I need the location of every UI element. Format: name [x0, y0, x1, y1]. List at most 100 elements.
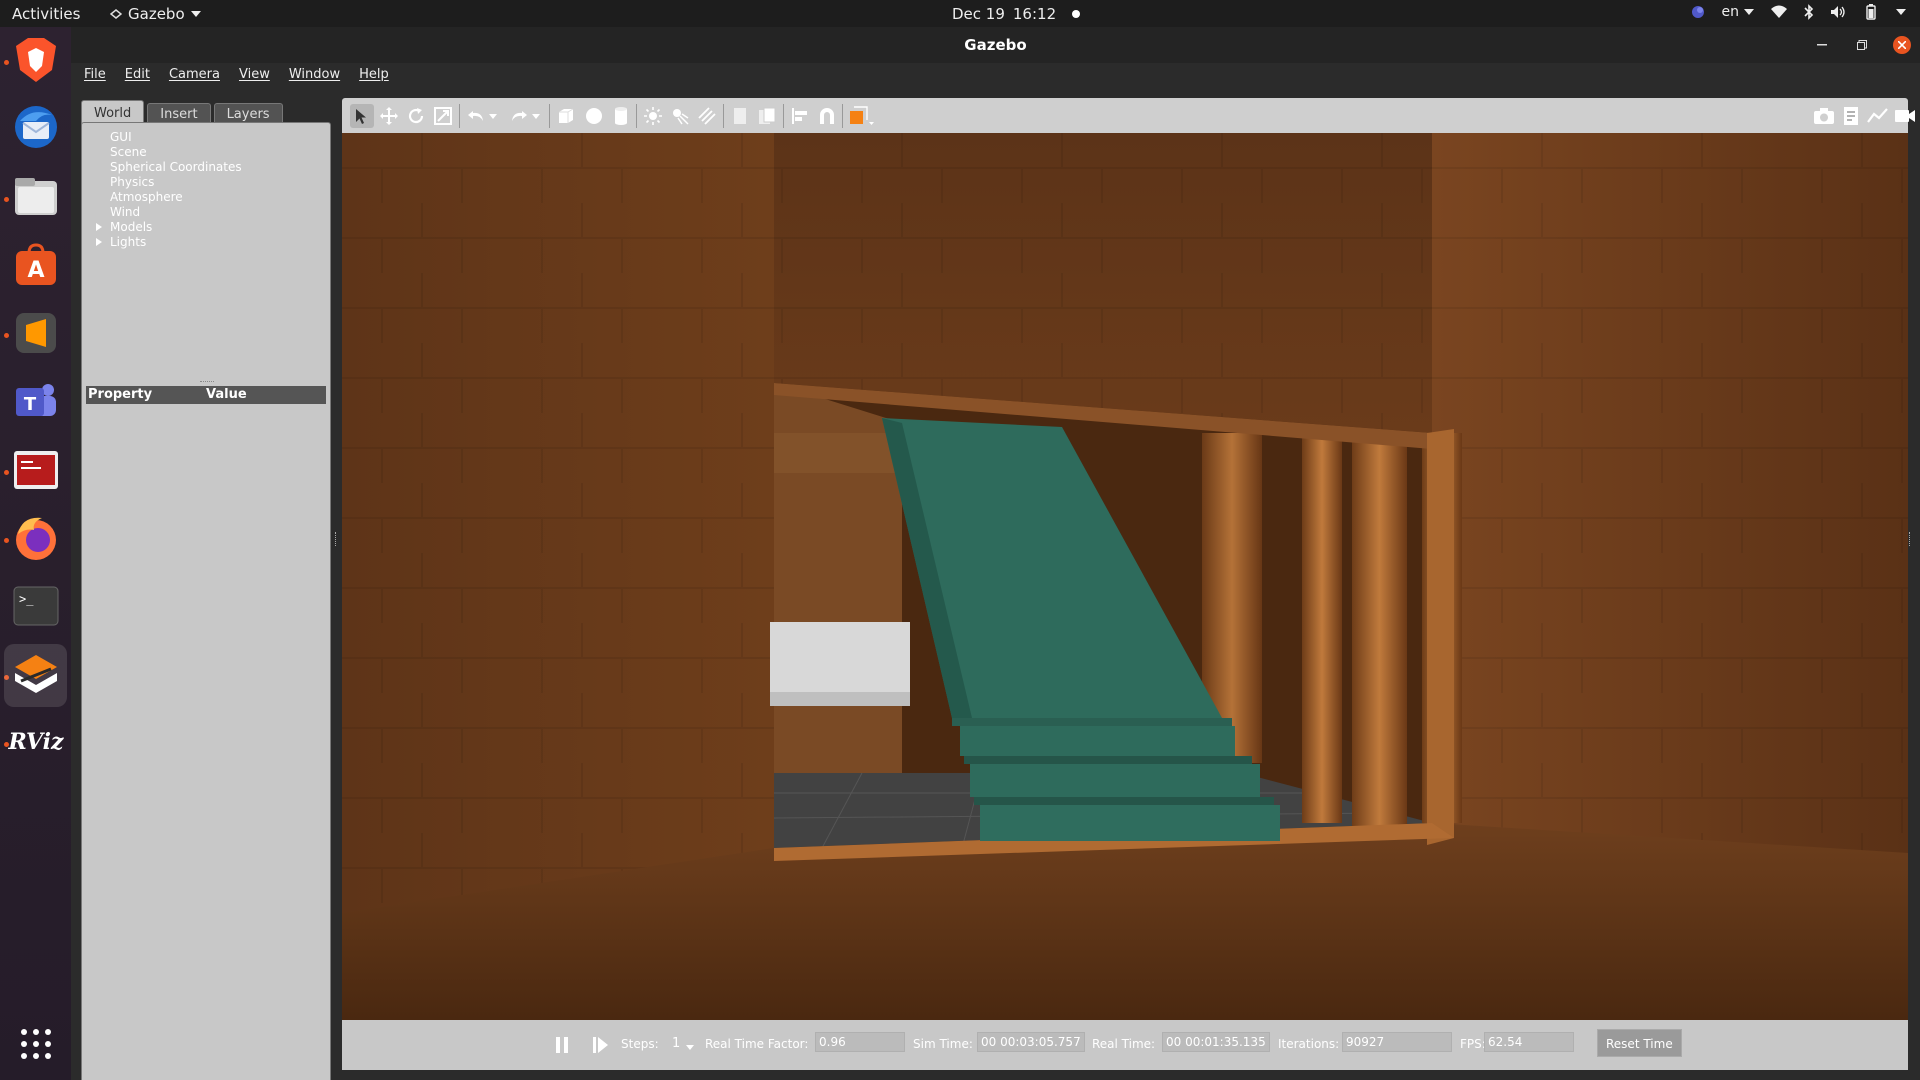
- rviz-icon[interactable]: RViz: [8, 715, 63, 769]
- point-light-icon[interactable]: [641, 104, 665, 128]
- chevron-down-icon: [190, 11, 201, 17]
- top-bar: Activities Gazebo Dec 19 16:12 en: [0, 0, 1920, 27]
- app-menu[interactable]: Gazebo: [110, 5, 201, 23]
- system-tray[interactable]: en: [1690, 4, 1906, 20]
- scene-toolbar: [342, 98, 1915, 133]
- scene-render: [342, 133, 1908, 1020]
- expand-arrow-icon[interactable]: [96, 238, 102, 246]
- terminal-icon[interactable]: >_: [9, 579, 63, 633]
- menu-camera[interactable]: Camera: [169, 63, 220, 87]
- app-center-icon[interactable]: A: [9, 238, 63, 292]
- log-data-icon[interactable]: [1839, 104, 1863, 128]
- tree-item-wind[interactable]: Wind: [110, 205, 242, 220]
- show-apps-icon[interactable]: [21, 1029, 51, 1059]
- iterations-field: 90927: [1342, 1032, 1452, 1052]
- panel-splitter-handle[interactable]: [200, 381, 214, 383]
- real-time-factor-label: Real Time Factor:: [705, 1037, 809, 1051]
- scale-mode-icon[interactable]: [431, 104, 455, 128]
- tree-item-label: Spherical Coordinates: [110, 160, 242, 174]
- brave-browser-icon[interactable]: [9, 33, 63, 87]
- plot-icon[interactable]: [1866, 104, 1890, 128]
- chevron-down-icon: [1744, 9, 1754, 15]
- property-table-header: Property Value: [86, 386, 326, 404]
- snap-magnet-icon[interactable]: [815, 104, 839, 128]
- tree-item-label: Physics: [110, 175, 155, 189]
- spot-light-icon[interactable]: [668, 104, 692, 128]
- redo-icon[interactable]: [507, 104, 531, 128]
- sphere-shape-icon[interactable]: [582, 104, 606, 128]
- world-tree: GUI Scene Spherical Coordinates Physics …: [96, 130, 242, 250]
- fps-field: 62.54: [1484, 1032, 1574, 1052]
- undo-icon[interactable]: [464, 104, 488, 128]
- battery-icon[interactable]: [1862, 4, 1880, 20]
- language-selector[interactable]: en: [1721, 4, 1754, 20]
- menu-edit[interactable]: Edit: [125, 63, 150, 87]
- svg-text:>_: >_: [19, 592, 34, 606]
- tree-item-spherical-coordinates[interactable]: Spherical Coordinates: [110, 160, 242, 175]
- rotate-mode-icon[interactable]: [404, 104, 428, 128]
- notification-dot-icon: [1072, 10, 1081, 18]
- tree-item-physics[interactable]: Physics: [110, 175, 242, 190]
- step-button[interactable]: [589, 1033, 613, 1057]
- language-label: en: [1721, 4, 1740, 20]
- terminal-app-icon[interactable]: [9, 443, 63, 497]
- activities-button[interactable]: Activities: [12, 5, 80, 23]
- steps-value[interactable]: 1: [672, 1036, 680, 1051]
- left-splitter-handle[interactable]: [335, 532, 337, 546]
- tree-item-atmosphere[interactable]: Atmosphere: [110, 190, 242, 205]
- tree-item-gui[interactable]: GUI: [110, 130, 242, 145]
- menu-view[interactable]: View: [239, 63, 270, 87]
- menu-window[interactable]: Window: [289, 63, 340, 87]
- box-shape-icon[interactable]: [554, 104, 578, 128]
- window-title: Gazebo: [964, 36, 1027, 54]
- expand-arrow-icon[interactable]: [96, 223, 102, 231]
- clock-date: Dec 19: [952, 5, 1005, 23]
- maximize-button[interactable]: [1853, 36, 1871, 54]
- clock[interactable]: Dec 19 16:12: [952, 5, 1081, 23]
- window-titlebar[interactable]: Gazebo: [71, 27, 1920, 63]
- undo-history-chevron-icon[interactable]: [486, 104, 500, 128]
- tree-item-models[interactable]: Models: [96, 220, 242, 235]
- steps-label: Steps:: [621, 1037, 659, 1051]
- thunderbird-icon[interactable]: [9, 100, 63, 154]
- paste-icon[interactable]: [755, 104, 779, 128]
- sublime-text-icon[interactable]: [9, 306, 63, 360]
- gazebo-icon[interactable]: [4, 644, 67, 707]
- align-icon[interactable]: [788, 104, 812, 128]
- scene-viewport[interactable]: [342, 133, 1908, 1020]
- select-mode-icon[interactable]: [350, 104, 374, 128]
- directional-light-icon[interactable]: [695, 104, 719, 128]
- value-column-header: Value: [206, 387, 247, 402]
- volume-icon[interactable]: [1830, 5, 1846, 19]
- reset-time-button[interactable]: Reset Time: [1597, 1029, 1682, 1057]
- teams-icon[interactable]: T: [9, 375, 63, 429]
- right-splitter-handle[interactable]: [1909, 532, 1911, 546]
- firefox-icon[interactable]: [9, 511, 63, 565]
- tree-item-scene[interactable]: Scene: [110, 145, 242, 160]
- close-button[interactable]: [1893, 36, 1911, 54]
- tree-item-label: GUI: [110, 130, 132, 144]
- real-time-field: 00 00:01:35.135: [1162, 1032, 1270, 1052]
- pause-button[interactable]: [550, 1033, 574, 1057]
- menu-file[interactable]: File: [84, 63, 106, 87]
- tree-item-lights[interactable]: Lights: [96, 235, 242, 250]
- redo-history-chevron-icon[interactable]: [529, 104, 543, 128]
- svg-text:T: T: [24, 394, 37, 415]
- change-view-angle-icon[interactable]: [847, 104, 877, 128]
- translate-mode-icon[interactable]: [377, 104, 401, 128]
- menu-help[interactable]: Help: [359, 63, 389, 87]
- bluetooth-icon[interactable]: [1804, 4, 1814, 20]
- wifi-icon[interactable]: [1770, 5, 1788, 19]
- world-panel: GUI Scene Spherical Coordinates Physics …: [81, 122, 331, 1080]
- copy-icon[interactable]: [728, 104, 752, 128]
- files-icon[interactable]: [9, 170, 63, 224]
- system-menu-chevron-icon[interactable]: [1896, 9, 1906, 15]
- screenshot-camera-icon[interactable]: [1812, 104, 1836, 128]
- dock: A T >_ RViz: [0, 27, 71, 1080]
- minimize-button[interactable]: [1813, 36, 1831, 54]
- clock-time: 16:12: [1012, 5, 1057, 23]
- steps-spin-chevron-icon[interactable]: [686, 1045, 694, 1050]
- video-record-icon[interactable]: [1893, 104, 1917, 128]
- cylinder-shape-icon[interactable]: [609, 104, 633, 128]
- teams-tray-icon[interactable]: [1690, 4, 1706, 20]
